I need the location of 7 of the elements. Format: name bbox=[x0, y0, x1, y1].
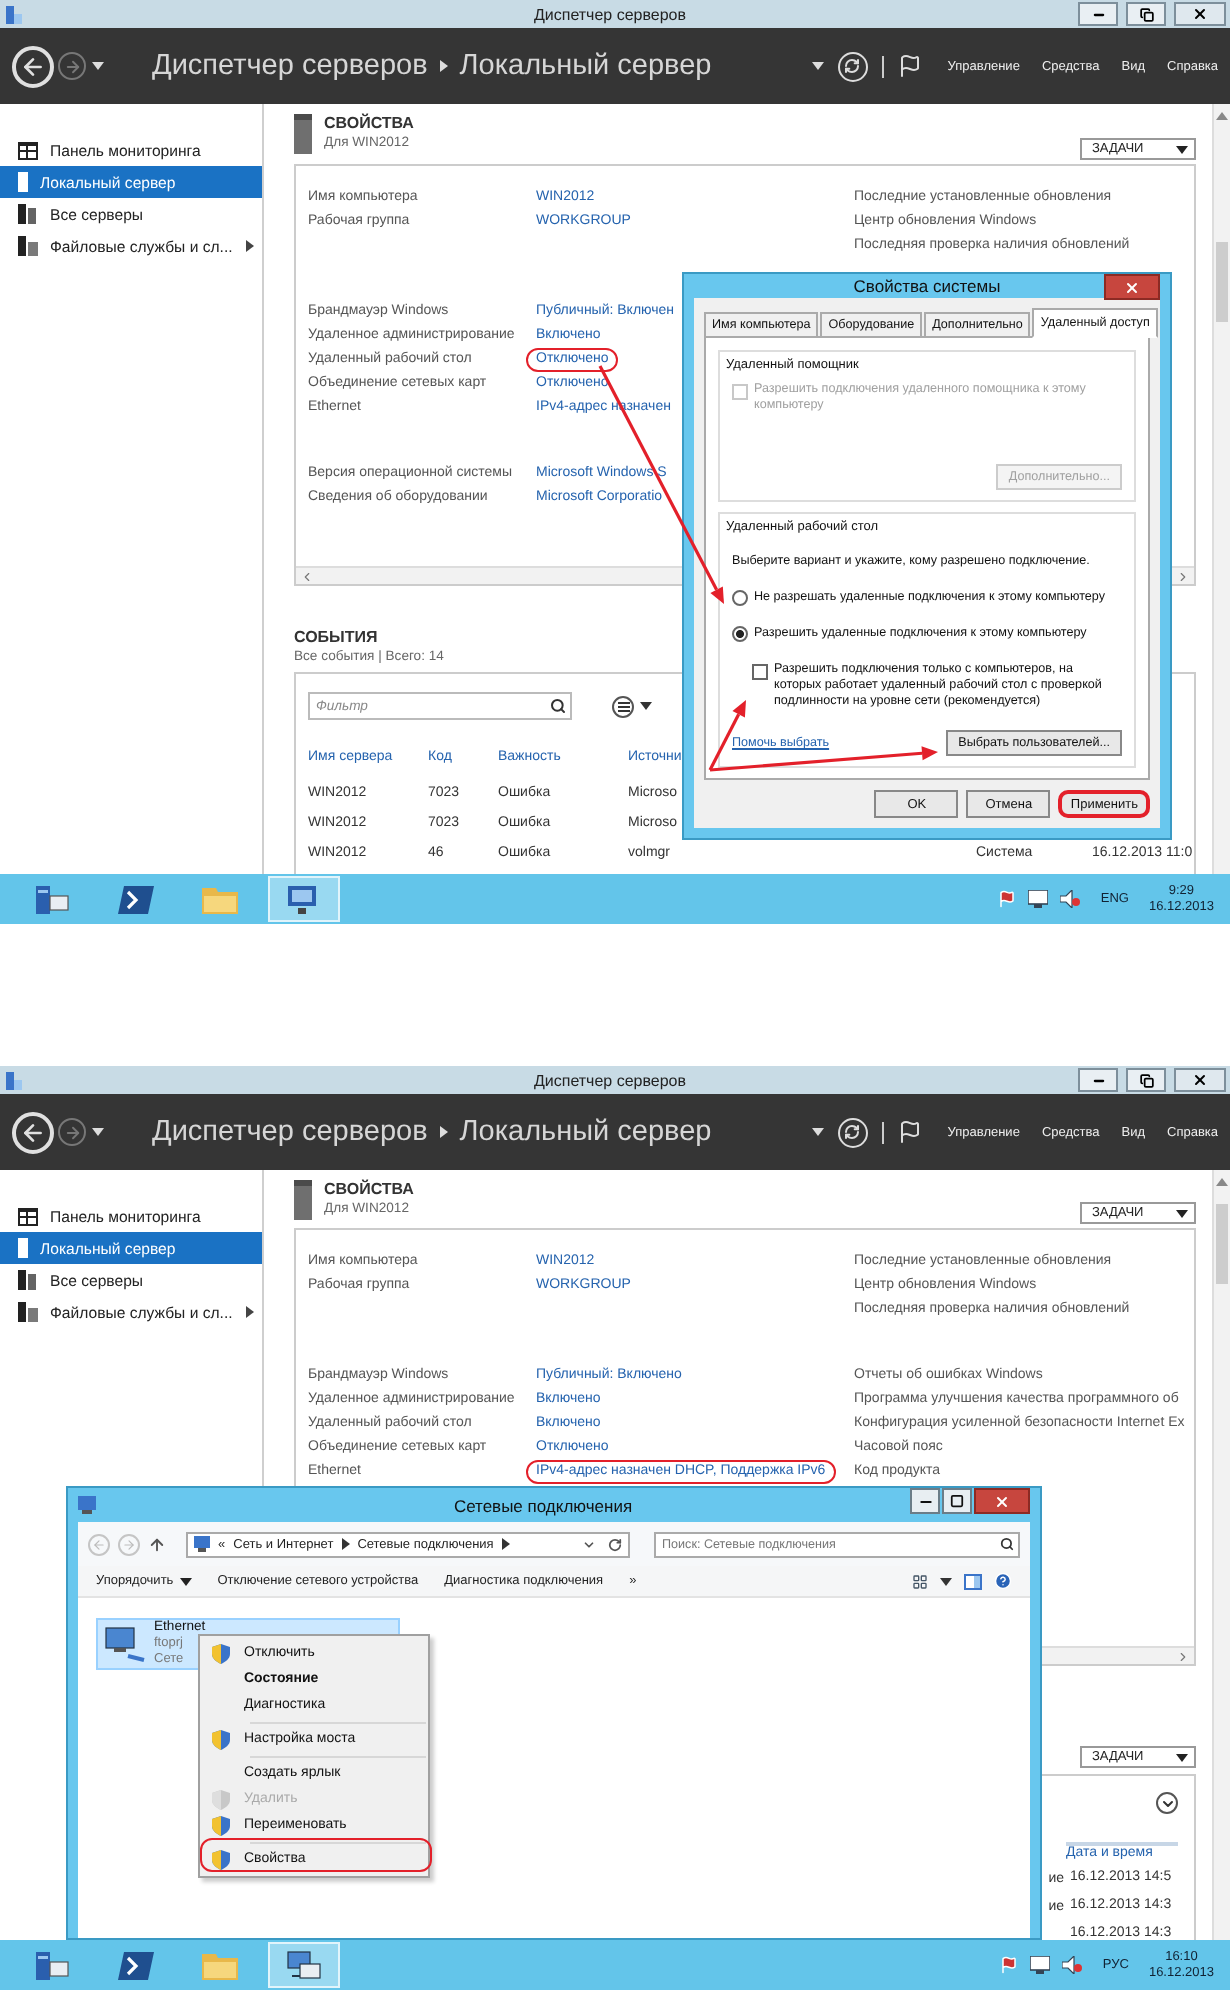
window-title: Диспетчер серверов bbox=[531, 5, 688, 23]
dialog-title: Свойства системы bbox=[853, 276, 1001, 296]
window-title: Сетевые подключения bbox=[453, 1495, 633, 1515]
section-title: СВОЙСТВА bbox=[324, 114, 414, 132]
window-title: Диспетчер серверов bbox=[531, 1071, 688, 1089]
section-title: СВОЙСТВА bbox=[324, 1180, 414, 1198]
section-title: СОБЫТИЯ bbox=[294, 628, 378, 646]
